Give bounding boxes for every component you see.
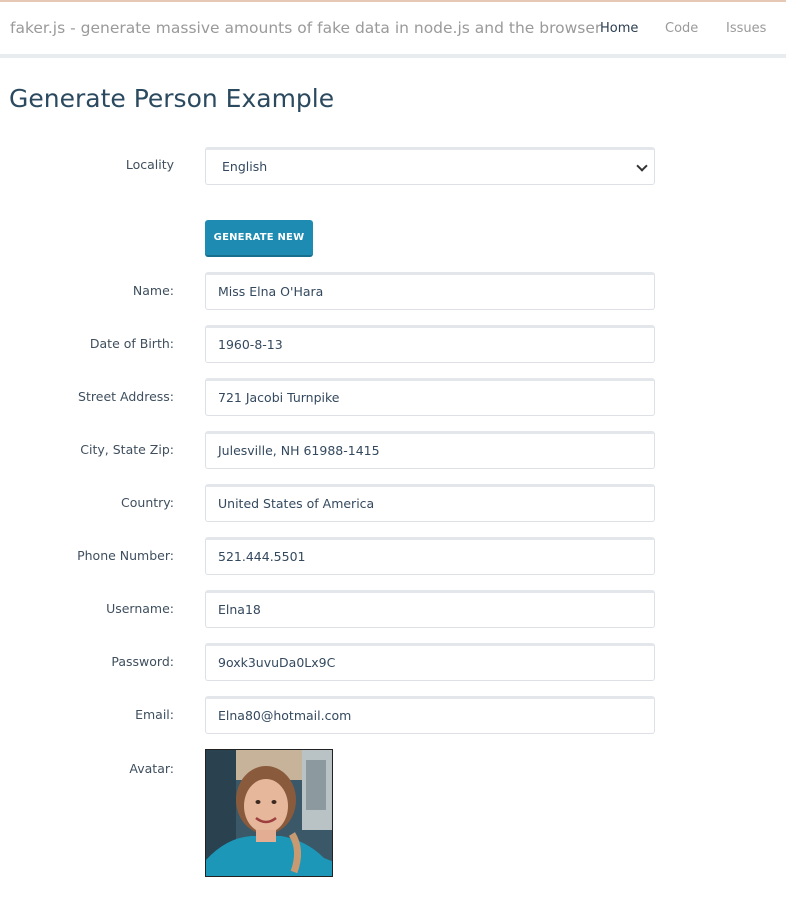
country-label: Country: (121, 495, 174, 510)
dob-field[interactable]: 1960-8-13 (205, 325, 655, 363)
nav-code[interactable]: Code (665, 21, 698, 36)
nav-home[interactable]: Home (600, 21, 638, 36)
navbar-border (0, 54, 786, 58)
chevron-down-icon (636, 160, 648, 172)
username-field[interactable]: Elna18 (205, 590, 655, 628)
username-label: Username: (106, 601, 174, 616)
city-state-zip-label: City, State Zip: (80, 442, 174, 457)
city-state-zip-field[interactable]: Julesville, NH 61988-1415 (205, 431, 655, 469)
locality-select[interactable]: English (205, 147, 655, 185)
password-field[interactable]: 9oxk3uvuDa0Lx9C (205, 643, 655, 681)
password-label: Password: (111, 654, 174, 669)
email-label: Email: (135, 707, 174, 722)
avatar-label: Avatar: (129, 761, 174, 776)
navbar: faker.js - generate massive amounts of f… (0, 2, 786, 54)
generate-new-button[interactable]: GENERATE NEW (205, 220, 313, 257)
phone-field[interactable]: 521.444.5501 (205, 537, 655, 575)
avatar-image (205, 749, 333, 877)
dob-label: Date of Birth: (89, 336, 174, 351)
avatar-photo (206, 750, 332, 876)
street-label: Street Address: (78, 389, 174, 404)
street-field[interactable]: 721 Jacobi Turnpike (205, 378, 655, 416)
locality-label: Locality (125, 157, 174, 172)
country-field[interactable]: United States of America (205, 484, 655, 522)
nav-issues[interactable]: Issues (726, 21, 766, 36)
phone-label: Phone Number: (77, 548, 174, 563)
page-title: Generate Person Example (9, 84, 335, 113)
name-field[interactable]: Miss Elna O'Hara (205, 272, 655, 310)
email-field[interactable]: Elna80@hotmail.com (205, 696, 655, 734)
locality-selected-value: English (222, 159, 268, 174)
brand-title[interactable]: faker.js - generate massive amounts of f… (10, 19, 601, 37)
name-label: Name: (132, 283, 174, 298)
